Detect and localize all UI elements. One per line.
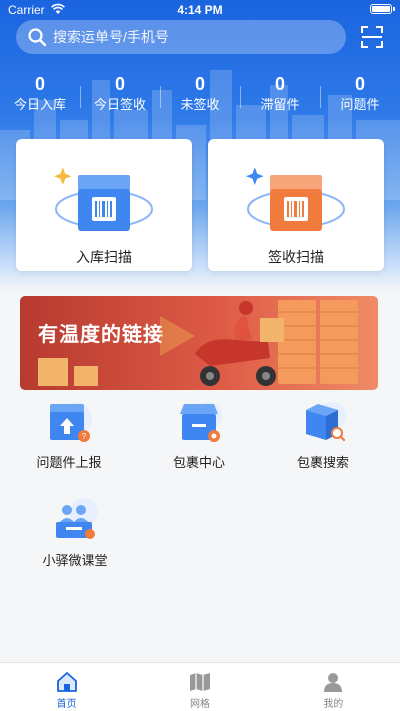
stat-today-inbound[interactable]: 0 今日入库	[0, 74, 80, 116]
stat-problem[interactable]: 0 问题件	[320, 74, 400, 116]
stat-value: 0	[274, 74, 285, 94]
search-bar[interactable]	[16, 20, 346, 54]
problem-report-label: 问题件上报	[36, 455, 102, 470]
stat-label: 滞留件	[260, 97, 300, 112]
promo-banner[interactable]: 有温度的链接	[20, 296, 378, 390]
tab-profile[interactable]: 我的	[267, 663, 400, 711]
stat-value: 0	[354, 74, 365, 94]
stat-value: 0	[34, 74, 45, 94]
sign-scan-icon	[246, 167, 345, 231]
profile-icon	[324, 673, 343, 692]
inbound-scan-label: 入库扫描	[76, 249, 132, 265]
tab-home[interactable]: 首页	[0, 663, 133, 711]
micro-classroom-label: 小驿微课堂	[42, 553, 108, 568]
micro-classroom-icon	[56, 498, 98, 539]
parcel-search-item[interactable]: 包裹搜索	[268, 400, 378, 471]
sign-scan-card[interactable]: 签收扫描	[208, 139, 384, 271]
stats-row: 0 今日入库 0 今日签收 0 未签收 0 滞留件 0 问题件	[0, 74, 400, 116]
parcel-search-label: 包裹搜索	[296, 455, 349, 470]
search-icon	[28, 28, 47, 47]
parcel-center-item[interactable]: 包裹中心	[144, 400, 254, 471]
stat-value: 0	[194, 74, 205, 94]
problem-report-item[interactable]: ? 问题件上报	[14, 400, 124, 471]
scan-icon[interactable]	[361, 26, 383, 48]
micro-classroom-item[interactable]: 小驿微课堂	[20, 498, 130, 569]
battery-icon	[370, 4, 395, 14]
stat-today-signed[interactable]: 0 今日签收	[80, 74, 160, 116]
home-icon	[56, 672, 77, 692]
stat-label: 问题件	[340, 97, 380, 112]
stat-unsigned[interactable]: 0 未签收	[160, 74, 240, 116]
delivery-scooter-illustration	[38, 300, 358, 386]
tab-profile-label: 我的	[323, 699, 344, 710]
stat-value: 0	[114, 74, 125, 94]
stat-label: 未签收	[180, 97, 220, 112]
tab-home-label: 首页	[56, 699, 77, 710]
clock: 4:14 PM	[177, 3, 223, 17]
inbound-scan-card[interactable]: 入库扫描	[16, 139, 192, 271]
grid-map-icon	[189, 673, 210, 691]
svg-text:?: ?	[82, 432, 87, 441]
stat-overdue[interactable]: 0 滞留件	[240, 74, 320, 116]
parcel-center-icon	[180, 402, 222, 442]
parcel-search-icon	[306, 402, 346, 442]
sign-scan-label: 签收扫描	[268, 249, 324, 265]
tab-grid[interactable]: 网格	[133, 663, 266, 711]
status-bar: Carrier 4:14 PM	[0, 0, 400, 20]
tab-bar: 首页 网格 我的	[0, 662, 400, 711]
search-input[interactable]	[51, 28, 315, 46]
problem-report-icon: ?	[50, 402, 92, 442]
stat-label: 今日签收	[93, 97, 146, 112]
inbound-scan-icon	[54, 167, 153, 231]
tab-grid-label: 网格	[189, 699, 210, 710]
stat-label: 今日入库	[13, 97, 66, 112]
parcel-center-label: 包裹中心	[172, 455, 225, 470]
